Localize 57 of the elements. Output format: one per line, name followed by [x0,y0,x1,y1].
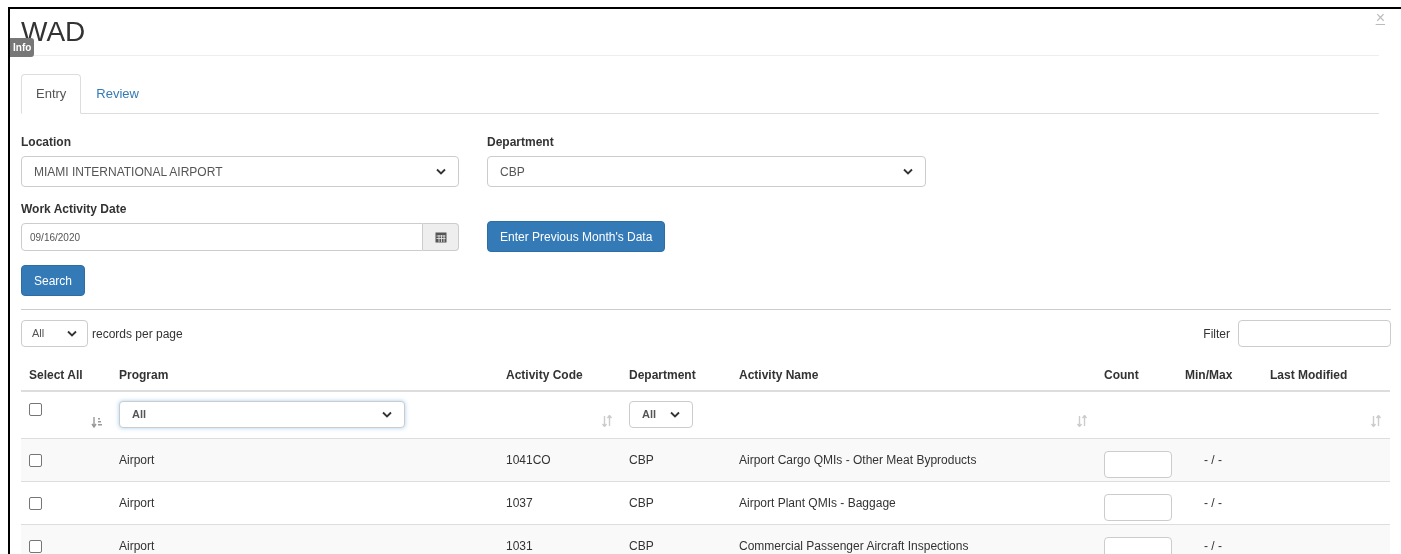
field-label: Location [21,134,72,150]
table-cell: - / - [1204,539,1222,553]
column-header: Department [629,367,696,382]
table-cell: Airport [119,453,155,467]
checkbox[interactable] [29,539,42,553]
location-select[interactable]: MIAMI INTERNATIONAL AIRPORT [21,156,459,187]
table-cell: 1041CO [506,453,551,467]
chevron-down-icon [670,411,680,418]
field-label: Department [487,134,555,150]
checkbox[interactable] [29,496,42,510]
chevron-down-icon [67,330,77,337]
table-cell: CBP [629,496,654,510]
checkbox[interactable] [29,403,42,416]
calendar-icon [434,231,447,243]
table-cell: Airport [119,496,155,510]
column-header: Min/Max [1185,367,1233,382]
column-header: Count [1104,367,1139,382]
table-cell: CBP [629,453,654,467]
table-cell: Airport [119,539,155,553]
search-button[interactable]: Search [21,265,86,296]
sort-icon[interactable] [91,416,103,428]
previous-month-button[interactable]: Enter Previous Month's Data [487,221,666,252]
sort-icon[interactable] [1076,415,1088,427]
table-cell: - / - [1204,496,1222,510]
date-field[interactable]: 09/16/2020 [21,223,423,251]
field-label: Work Activity Date [21,201,128,217]
table-cell: 1037 [506,496,533,510]
sort-icon[interactable] [1370,415,1382,427]
table-cell: - / - [1204,453,1222,467]
checkbox[interactable] [29,453,42,467]
info-badge: Info [10,38,35,57]
filter-field[interactable] [1238,320,1391,347]
chevron-down-icon [903,168,913,175]
count-field[interactable] [1104,493,1172,521]
tab[interactable]: Entry [21,74,82,114]
table-cell: Airport Cargo QMIs - Other Meat Byproducts [739,453,977,467]
department-filter-select[interactable]: All [629,401,693,428]
column-header: Last Modified [1270,367,1348,382]
count-field[interactable] [1104,450,1172,478]
filter-label: Filter [1203,325,1230,343]
tab[interactable]: Review [81,74,154,114]
table-cell: Airport Plant QMIs - Baggage [739,496,896,510]
department-select[interactable]: CBP [487,156,926,187]
program-filter-select[interactable]: All [119,401,405,428]
sort-icon[interactable] [601,415,613,427]
page-length-select[interactable]: All [21,320,88,347]
column-header: Select All [29,367,83,382]
column-header: Program [119,367,169,382]
table-cell: CBP [629,539,654,553]
table-cell: Commercial Passenger Aircraft Inspections [739,539,969,553]
column-header: Activity Code [506,367,583,382]
page-length-label: records per page [92,325,183,343]
column-header: Activity Name [739,367,819,382]
chevron-down-icon [436,168,446,175]
calendar-button[interactable] [423,223,459,251]
chevron-down-icon [382,411,392,418]
table-cell: 1031 [506,539,533,553]
